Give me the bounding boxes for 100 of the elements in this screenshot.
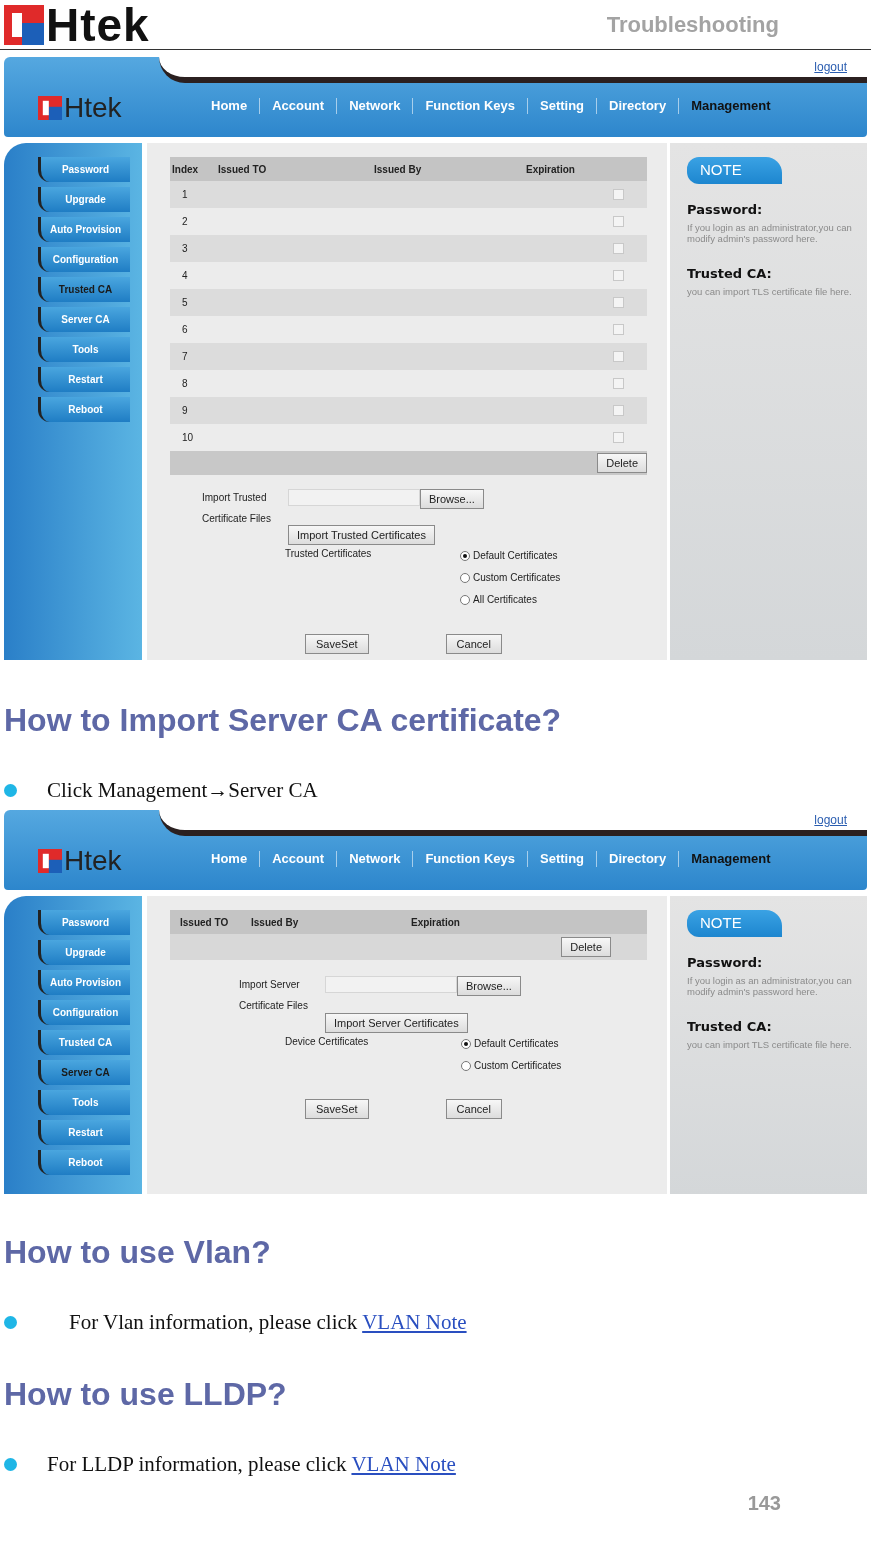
row-checkbox[interactable] [613, 243, 624, 254]
index-cell-text: 1 [181, 188, 189, 202]
radio-button[interactable] [460, 550, 470, 561]
sidebar-item[interactable]: Password [38, 157, 130, 182]
sidebar-item[interactable]: Server CA [38, 1060, 130, 1085]
index-cell-text: 6 [181, 323, 189, 337]
cancel-button[interactable]: Cancel [445, 1099, 502, 1119]
bullet-icon [4, 1315, 17, 1329]
column-header: Index [171, 163, 200, 175]
note-text: you can import TLS certificate file here. [687, 286, 853, 297]
nav-tab[interactable]: Management [678, 98, 783, 114]
nav-tab[interactable]: Setting [527, 98, 597, 114]
link[interactable]: VLAN Note [351, 1452, 456, 1476]
column-header: Expiration [526, 163, 576, 175]
nav-tab[interactable]: Function Keys [412, 98, 527, 114]
link[interactable]: VLAN Note [362, 1310, 467, 1334]
nav-tab[interactable]: Directory [596, 98, 679, 114]
column-header: Expiration [411, 916, 461, 928]
logo-text: Htek [64, 94, 122, 122]
note-text: you can import TLS certificate file here. [687, 1039, 853, 1050]
logo-mark-icon [38, 849, 62, 873]
radio-button[interactable] [461, 1060, 471, 1071]
browse-button[interactable]: Browse... [457, 976, 521, 996]
radio-label: Custom Certificates [474, 1059, 562, 1073]
file-field[interactable] [325, 976, 457, 993]
row-checkbox[interactable] [613, 351, 624, 362]
cancel-button[interactable]: Cancel [445, 634, 502, 654]
page-number: 143 [746, 1492, 782, 1514]
row-checkbox[interactable] [613, 405, 624, 416]
sidebar-item[interactable]: Tools [38, 337, 130, 362]
sidebar-item[interactable]: Tools [38, 1090, 130, 1115]
sidebar-item[interactable]: Trusted CA [38, 1030, 130, 1055]
import-button[interactable]: Import Trusted Certificates [288, 525, 435, 545]
index-cell-text: 4 [181, 269, 189, 283]
radio-button[interactable] [460, 594, 470, 605]
radio-button[interactable] [461, 1038, 471, 1049]
sidebar-item[interactable]: Trusted CA [38, 277, 130, 302]
bullet-icon [4, 1457, 17, 1471]
sidebar-item[interactable]: Upgrade [38, 940, 130, 965]
field-label: Import Trusted Certificate Files [202, 491, 272, 526]
section-heading: How to use Vlan? [4, 1233, 272, 1272]
sidebar-item[interactable]: Server CA [38, 307, 130, 332]
nav-tab[interactable]: Home [199, 98, 260, 114]
nav-tab[interactable]: Home [199, 851, 260, 867]
logo-mark-icon [38, 96, 62, 120]
delete-button[interactable]: Delete [597, 453, 647, 473]
sidebar-item[interactable]: Reboot [38, 1150, 130, 1175]
browse-button[interactable]: Browse... [420, 489, 484, 509]
row-checkbox[interactable] [613, 189, 624, 200]
nav-tab[interactable]: Network [336, 98, 413, 114]
sidebar-item[interactable]: Upgrade [38, 187, 130, 212]
sidebar-item[interactable]: Configuration [38, 1000, 130, 1025]
nav-tab[interactable]: Account [259, 98, 337, 114]
row-checkbox[interactable] [613, 432, 624, 443]
bullet-icon [4, 783, 17, 797]
row-checkbox[interactable] [613, 378, 624, 389]
note-title: Password: [687, 955, 764, 970]
sidebar-item[interactable]: Auto Provision [38, 970, 130, 995]
radio-label: Default Certificates [474, 1037, 559, 1051]
index-cell-text: 2 [181, 215, 189, 229]
sidebar-item[interactable]: Restart [38, 1120, 130, 1145]
column-header: Issued TO [218, 163, 268, 175]
row-checkbox[interactable] [613, 297, 624, 308]
logo-mark-icon [4, 4, 44, 45]
save-button[interactable]: SaveSet [305, 1099, 369, 1119]
index-cell-text: 5 [181, 296, 189, 310]
section-heading: How to use LLDP? [4, 1375, 288, 1414]
column-header: Issued TO [179, 916, 230, 928]
save-button[interactable]: SaveSet [305, 634, 369, 654]
sidebar-item[interactable]: Restart [38, 367, 130, 392]
row-checkbox[interactable] [613, 216, 624, 227]
row-checkbox[interactable] [613, 324, 624, 335]
sidebar-item[interactable]: Reboot [38, 397, 130, 422]
note-text: If you login as an administrator,you can modify admin's password here. [687, 975, 853, 997]
logout-link[interactable]: logout [814, 58, 847, 76]
nav-tab[interactable]: Account [259, 851, 337, 867]
logout-link[interactable]: logout [814, 811, 847, 829]
index-cell-text: 10 [181, 431, 195, 445]
nav-tab[interactable]: Directory [596, 851, 679, 867]
file-field[interactable] [288, 489, 420, 506]
radio-button[interactable] [460, 572, 470, 583]
delete-button[interactable]: Delete [561, 937, 611, 957]
sidebar-item[interactable]: Auto Provision [38, 217, 130, 242]
note-title: Trusted CA: [687, 266, 773, 281]
nav-tab[interactable]: Management [678, 851, 783, 867]
logo-text: Htek [46, 1, 150, 48]
instruction-text: For LLDP information, please click VLAN Note [47, 1451, 456, 1478]
row-checkbox[interactable] [613, 270, 624, 281]
index-cell-text: 8 [181, 377, 189, 391]
sidebar-item[interactable]: Configuration [38, 247, 130, 272]
note-title: Trusted CA: [687, 1019, 773, 1034]
radio-label: Custom Certificates [473, 571, 561, 585]
sidebar-item[interactable]: Password [38, 910, 130, 935]
instruction-text: Click Management→Server CA [47, 777, 318, 804]
field-label: Device Certificates [285, 1036, 370, 1048]
section-heading: How to Import Server CA certificate? [4, 701, 563, 740]
nav-tab[interactable]: Function Keys [412, 851, 527, 867]
nav-tab[interactable]: Setting [527, 851, 597, 867]
import-button[interactable]: Import Server Certificates [325, 1013, 468, 1033]
nav-tab[interactable]: Network [336, 851, 413, 867]
